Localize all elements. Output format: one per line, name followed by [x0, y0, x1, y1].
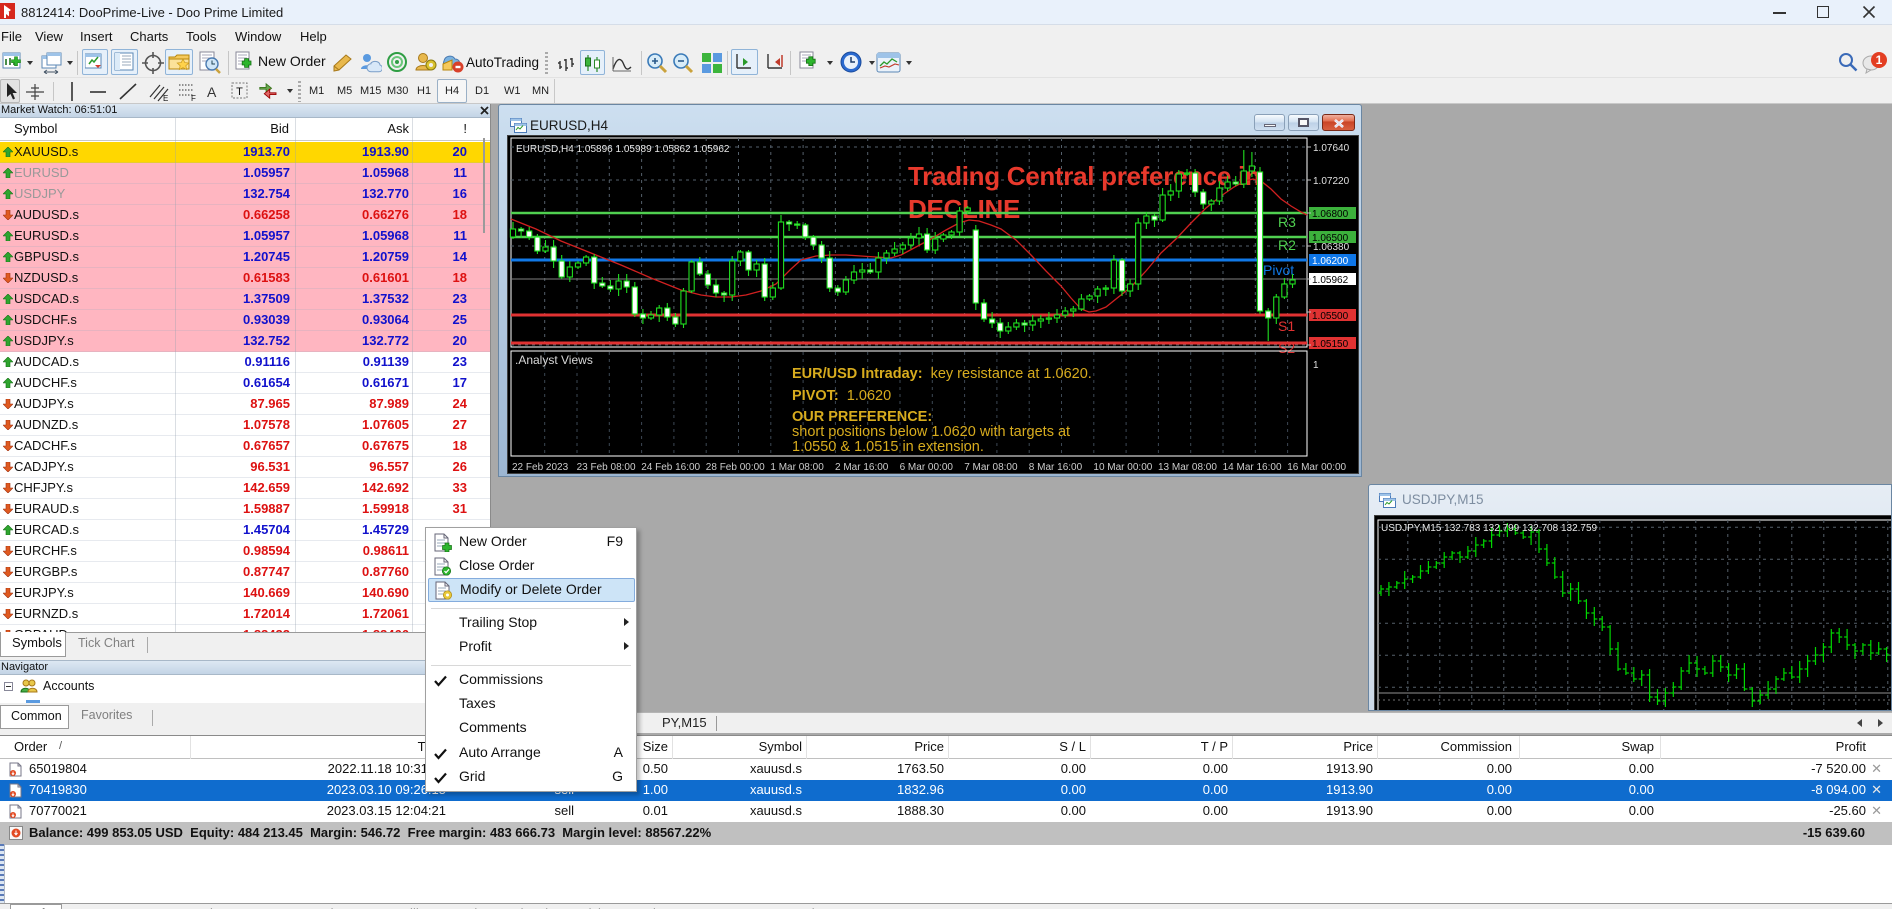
svg-text:1: 1 [1313, 360, 1319, 371]
svg-text:1 Mar 08:00: 1 Mar 08:00 [770, 462, 824, 473]
svg-text:22 Feb 2023: 22 Feb 2023 [512, 462, 569, 473]
svg-text:.Analyst Views: .Analyst Views [515, 353, 593, 367]
svg-text:EUR/USD Intraday: key resista: EUR/USD Intraday: key resistance at 1.06… [792, 366, 1092, 382]
svg-text:USDJPY,M15 132.783 132.799 13: USDJPY,M15 132.783 132.799 132.708 132.7… [1381, 523, 1598, 534]
svg-text:1.05500: 1.05500 [1312, 311, 1349, 322]
svg-text:Trading Central preference in: Trading Central preference in [908, 161, 1261, 191]
svg-text:Pivot: Pivot [1263, 262, 1294, 278]
svg-text:14 Mar 16:00: 14 Mar 16:00 [1223, 462, 1282, 473]
svg-text:10 Mar 00:00: 10 Mar 00:00 [1093, 462, 1152, 473]
svg-text:1.0550 & 1.0515 in extension.: 1.0550 & 1.0515 in extension. [792, 439, 984, 455]
svg-text:1: 1 [1876, 53, 1883, 67]
svg-text:1.06500: 1.06500 [1312, 233, 1349, 244]
svg-text:1.06800: 1.06800 [1312, 209, 1349, 220]
svg-text:24 Feb 16:00: 24 Feb 16:00 [641, 462, 700, 473]
svg-text:S1: S1 [1278, 318, 1295, 334]
svg-text:13 Mar 08:00: 13 Mar 08:00 [1158, 462, 1217, 473]
svg-text:R2: R2 [1278, 237, 1296, 253]
svg-text:7 Mar 08:00: 7 Mar 08:00 [964, 462, 1018, 473]
svg-text:T: T [236, 86, 243, 98]
svg-text:16 Mar 00:00: 16 Mar 00:00 [1287, 462, 1346, 473]
svg-text:DECLINE: DECLINE [908, 194, 1020, 224]
svg-text:1.06200: 1.06200 [1312, 256, 1349, 267]
svg-text:short positions below 1.0620 w: short positions below 1.0620 with target… [792, 424, 1070, 440]
svg-text:EURUSD,H4 1.05896 1.05989 1.0: EURUSD,H4 1.05896 1.05989 1.05862 1.0596… [516, 144, 730, 155]
svg-text:1.07220: 1.07220 [1313, 176, 1350, 187]
svg-text:S2: S2 [1278, 340, 1295, 356]
svg-text:PIVOT: 1.0620: PIVOT: 1.0620 [792, 388, 891, 404]
svg-text:2 Mar 16:00: 2 Mar 16:00 [835, 462, 889, 473]
svg-text:1.07640: 1.07640 [1313, 143, 1350, 154]
svg-text:OUR PREFERENCE:: OUR PREFERENCE: [792, 409, 932, 425]
svg-text:R3: R3 [1278, 214, 1296, 230]
svg-text:28 Feb 00:00: 28 Feb 00:00 [706, 462, 765, 473]
svg-text:8 Mar 16:00: 8 Mar 16:00 [1029, 462, 1083, 473]
svg-text:1.05150: 1.05150 [1312, 339, 1349, 350]
svg-text:E: E [163, 94, 168, 102]
svg-text:23 Feb 08:00: 23 Feb 08:00 [577, 462, 636, 473]
svg-text:1.05962: 1.05962 [1312, 275, 1349, 286]
svg-text:6 Mar 00:00: 6 Mar 00:00 [900, 462, 954, 473]
svg-text:F: F [191, 94, 196, 102]
